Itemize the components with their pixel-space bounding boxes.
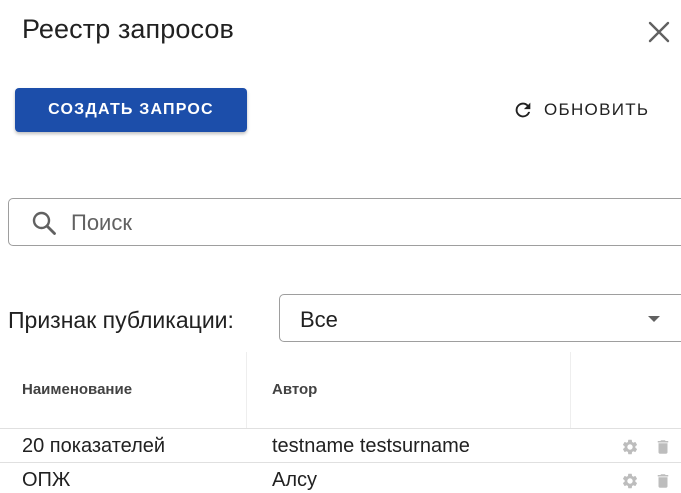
trash-icon[interactable] [654,472,672,490]
refresh-icon [515,102,531,118]
search-icon [32,211,56,235]
table-header: Наименование Автор [0,352,681,428]
close-button[interactable] [645,18,673,46]
row-author-cell: Алсу [272,469,318,491]
requests-table: Наименование Автор 20 показателей testna… [0,352,681,491]
table-row[interactable]: 20 показателей testname testsurname [0,428,681,462]
row-name-cell: ОПЖ [22,469,71,491]
trash-icon[interactable] [654,438,672,456]
row-author-cell: testname testsurname [272,435,470,457]
chevron-down-icon [648,316,660,322]
refresh-label: ОБНОВИТЬ [544,100,650,119]
publication-filter-select[interactable]: Все [279,294,681,342]
refresh-button[interactable]: ОБНОВИТЬ [512,95,649,125]
search-field[interactable] [8,198,681,246]
column-divider [246,352,247,428]
gear-icon[interactable] [621,438,639,456]
create-request-button[interactable]: СОЗДАТЬ ЗАПРОС [15,88,247,132]
column-divider [570,352,571,428]
publication-filter-value: Все [300,307,338,332]
close-icon[interactable] [645,18,673,46]
publication-filter-label: Признак публикации: [8,307,234,333]
column-header-author[interactable]: Автор [272,381,317,398]
gear-icon[interactable] [621,472,639,490]
search-input[interactable] [71,207,671,239]
table-row[interactable]: ОПЖ Алсу [0,462,681,493]
dialog-title: Реестр запросов [22,14,234,44]
column-header-name[interactable]: Наименование [22,381,132,398]
row-name-cell: 20 показателей [22,435,166,457]
